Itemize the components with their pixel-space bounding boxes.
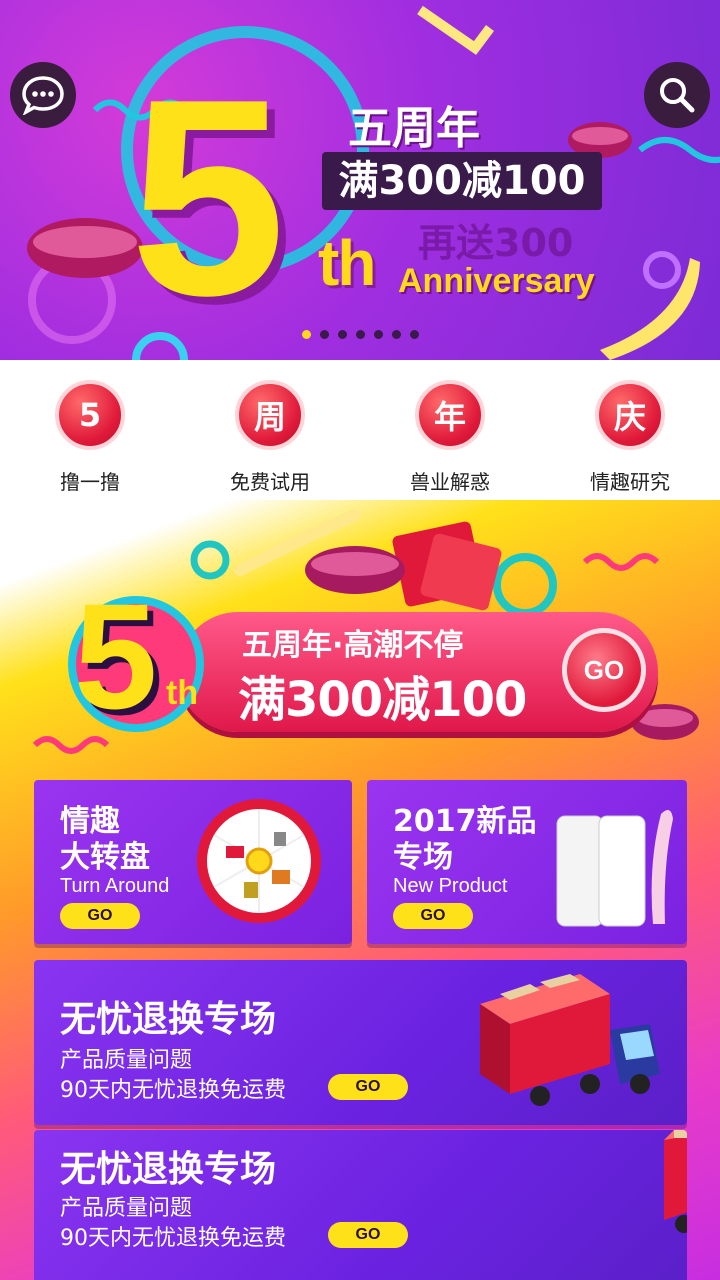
- nav-item-faq[interactable]: 年 兽业解惑: [360, 360, 540, 500]
- nav-item-luyilu[interactable]: 5 撸一撸: [0, 360, 180, 500]
- turn-around-card[interactable]: 情趣 大转盘 Turn Around GO: [34, 780, 352, 944]
- carousel-dots[interactable]: [302, 330, 419, 339]
- nav-item-label: 撸一撸: [60, 470, 120, 494]
- card-subtitle: New Product: [393, 875, 508, 897]
- hero-anniversary: Anniversary: [398, 262, 595, 300]
- nav-item-research[interactable]: 庆 情趣研究: [540, 360, 720, 500]
- svg-text:5: 5: [130, 62, 286, 322]
- card-title: 专场: [393, 840, 453, 875]
- card-line: 产品质量问题: [60, 1196, 193, 1221]
- hero-banner[interactable]: 5 5 th 五周年 满300减100 再送300 Anniversary: [0, 0, 720, 360]
- carousel-dot[interactable]: [356, 330, 365, 339]
- promo-go-button[interactable]: GO: [562, 628, 646, 712]
- card-line: 90天内无忧退换免运费: [60, 1226, 286, 1251]
- hero-offer: 满300减100: [322, 152, 602, 210]
- product-image: [556, 810, 673, 927]
- card-line: 90天内无忧退换免运费: [60, 1078, 286, 1103]
- nav-item-label: 情趣研究: [590, 470, 670, 494]
- card-title: 大转盘: [60, 840, 150, 875]
- promo-headline: 五周年·高潮不停: [242, 628, 464, 663]
- promo-section: 5 5 th 五周年·高潮不停 满300减100 GO 情趣 大转盘 Turn …: [0, 500, 720, 1280]
- return-exchange-card[interactable]: 无忧退换专场 产品质量问题 90天内无忧退换免运费 GO: [34, 1130, 687, 1280]
- svg-text:th: th: [166, 674, 198, 712]
- nav-badge-icon: 周: [235, 380, 305, 450]
- hero-th-suffix: th: [318, 227, 376, 299]
- chat-bubble-icon: [22, 76, 64, 115]
- card-line: 产品质量问题: [60, 1048, 193, 1073]
- promo-five-graphic: 5 5 th: [68, 582, 204, 732]
- return-go-button[interactable]: GO: [328, 1222, 408, 1248]
- card-subtitle: Turn Around: [60, 875, 170, 897]
- nav-badge-icon: 庆: [595, 380, 665, 450]
- new-product-card[interactable]: 2017新品 专场 New Product GO: [367, 780, 687, 944]
- nav-badge-icon: 年: [415, 380, 485, 450]
- quick-nav: 5 撸一撸 周 免费试用 年 兽业解惑 庆 情趣研究: [0, 360, 720, 500]
- anniversary-promo-banner[interactable]: 5 5 th 五周年·高潮不停 满300减100 GO: [58, 582, 668, 732]
- carousel-dot[interactable]: [410, 330, 419, 339]
- return-exchange-card[interactable]: 无忧退换专场 产品质量问题 90天内无忧退换免运费 GO: [34, 960, 687, 1125]
- search-button[interactable]: [644, 62, 710, 128]
- nav-item-free-trial[interactable]: 周 免费试用: [180, 360, 360, 500]
- return-go-button[interactable]: GO: [328, 1074, 408, 1100]
- hero-bonus: 再送300: [418, 221, 574, 265]
- hero-five-graphic: 5 5: [130, 62, 294, 322]
- nav-item-label: 兽业解惑: [410, 470, 490, 494]
- carousel-dot[interactable]: [392, 330, 401, 339]
- card-title: 无忧退换专场: [60, 1149, 277, 1190]
- card-title: 无忧退换专场: [60, 999, 277, 1040]
- new-product-go-button[interactable]: GO: [393, 903, 473, 929]
- nav-item-label: 免费试用: [230, 470, 310, 494]
- carousel-dot[interactable]: [320, 330, 329, 339]
- prize-wheel-icon: [197, 799, 321, 923]
- promo-offer: 满300减100: [238, 672, 527, 728]
- card-title: 2017新品: [393, 804, 537, 839]
- delivery-truck-icon: [664, 1130, 687, 1233]
- carousel-dot[interactable]: [338, 330, 347, 339]
- delivery-truck-icon: [480, 974, 660, 1106]
- carousel-dot[interactable]: [374, 330, 383, 339]
- carousel-dot[interactable]: [302, 330, 311, 339]
- turn-around-go-button[interactable]: GO: [60, 903, 140, 929]
- hero-title: 五周年: [348, 103, 480, 154]
- search-icon: [660, 78, 695, 113]
- card-title: 情趣: [60, 804, 120, 839]
- svg-text:5: 5: [74, 582, 157, 732]
- chat-button[interactable]: [10, 62, 76, 128]
- nav-badge-icon: 5: [55, 380, 125, 450]
